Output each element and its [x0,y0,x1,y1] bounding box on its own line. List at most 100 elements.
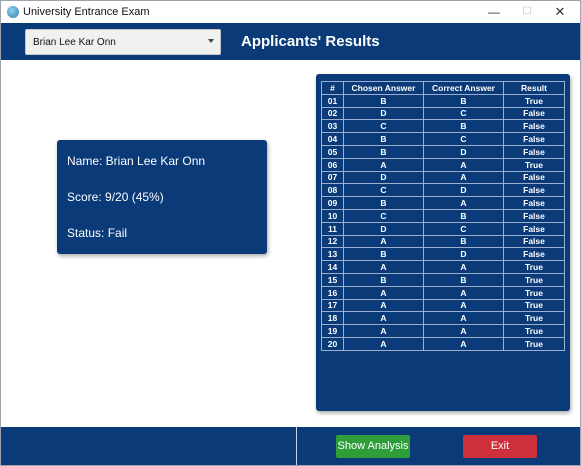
row-number: 05 [321,144,344,159]
results-panel: # Chosen Answer Correct Answer Result 01… [316,74,570,411]
table-row: 01 B B True [321,93,565,108]
row-number: 19 [321,324,344,338]
row-number: 08 [321,183,344,198]
row-number: 04 [321,132,344,146]
column-header-correct: Correct Answer [423,81,504,95]
row-number: 06 [321,157,344,172]
row-number: 10 [321,208,344,223]
chosen-answer: A [343,336,424,351]
correct-answer: B [423,234,504,249]
result-value: False [503,119,565,134]
table-row: 18 A A True [321,311,565,326]
result-value: False [503,247,565,262]
applicant-dropdown[interactable]: Brian Lee Kar Onn [25,29,221,55]
result-value: False [503,132,565,146]
table-row: 19 A A True [321,324,565,338]
title-bar: University Entrance Exam — ☐ ✕ [1,1,580,23]
result-value: True [503,157,565,172]
chevron-down-icon [208,39,214,43]
chosen-answer: A [343,311,424,326]
correct-answer: B [423,93,504,108]
chosen-answer: D [343,170,424,185]
chosen-answer: B [343,132,424,146]
minimize-button[interactable]: — [479,3,509,21]
table-row: 09 B A False [321,196,565,210]
footer-bar: Show Analysis Exit [1,427,580,465]
table-row: 17 A A True [321,298,565,313]
row-number: 12 [321,234,344,249]
result-value: True [503,272,565,287]
correct-answer: C [423,106,504,121]
column-header-number: # [321,81,344,95]
applicant-summary-card: Name: Brian Lee Kar Onn Score: 9/20 (45%… [57,140,267,254]
table-row: 12 A B False [321,234,565,249]
row-number: 18 [321,311,344,326]
correct-answer: A [423,298,504,313]
page-title: Applicants' Results [241,33,380,50]
table-row: 07 D A False [321,170,565,185]
maximize-button[interactable]: ☐ [512,3,542,21]
correct-answer: A [423,170,504,185]
chosen-answer: C [343,208,424,223]
correct-answer: A [423,336,504,351]
exit-button[interactable]: Exit [463,435,537,458]
result-value: True [503,93,565,108]
correct-answer: B [423,208,504,223]
row-number: 20 [321,336,344,351]
chosen-answer: A [343,285,424,300]
column-header-chosen: Chosen Answer [343,81,424,95]
table-header-row: # Chosen Answer Correct Answer Result [321,81,565,95]
table-row: 02 D C False [321,106,565,121]
chosen-answer: D [343,106,424,121]
result-value: True [503,311,565,326]
table-row: 04 B C False [321,132,565,146]
show-analysis-button[interactable]: Show Analysis [336,435,410,458]
result-value: True [503,285,565,300]
table-row: 16 A A True [321,285,565,300]
chosen-answer: A [343,298,424,313]
app-globe-icon [7,6,19,18]
applicant-name: Name: Brian Lee Kar Onn [67,154,206,168]
result-value: False [503,221,565,236]
chosen-answer: B [343,93,424,108]
header-bar: Brian Lee Kar Onn Applicants' Results [1,23,580,60]
results-table: # Chosen Answer Correct Answer Result 01… [321,81,565,351]
correct-answer: A [423,157,504,172]
table-row: 10 C B False [321,208,565,223]
correct-answer: B [423,272,504,287]
result-value: False [503,234,565,249]
row-number: 01 [321,93,344,108]
table-row: 14 A A True [321,260,565,274]
result-value: True [503,298,565,313]
table-row: 20 A A True [321,336,565,351]
result-value: True [503,260,565,274]
column-header-result: Result [503,81,565,95]
chosen-answer: B [343,247,424,262]
result-value: True [503,324,565,338]
row-number: 11 [321,221,344,236]
result-value: False [503,170,565,185]
row-number: 02 [321,106,344,121]
correct-answer: C [423,221,504,236]
correct-answer: A [423,196,504,210]
row-number: 09 [321,196,344,210]
correct-answer: A [423,260,504,274]
window-title: University Entrance Exam [23,6,150,18]
table-row: 05 B D False [321,144,565,159]
chosen-answer: B [343,272,424,287]
table-row: 15 B B True [321,272,565,287]
row-number: 03 [321,119,344,134]
table-row: 03 C B False [321,119,565,134]
row-number: 15 [321,272,344,287]
footer-divider [296,427,297,465]
table-row: 08 C D False [321,183,565,198]
chosen-answer: B [343,196,424,210]
result-value: False [503,183,565,198]
chosen-answer: A [343,324,424,338]
close-button[interactable]: ✕ [545,3,575,21]
correct-answer: D [423,144,504,159]
result-value: False [503,106,565,121]
row-number: 14 [321,260,344,274]
result-value: True [503,336,565,351]
table-row: 11 D C False [321,221,565,236]
